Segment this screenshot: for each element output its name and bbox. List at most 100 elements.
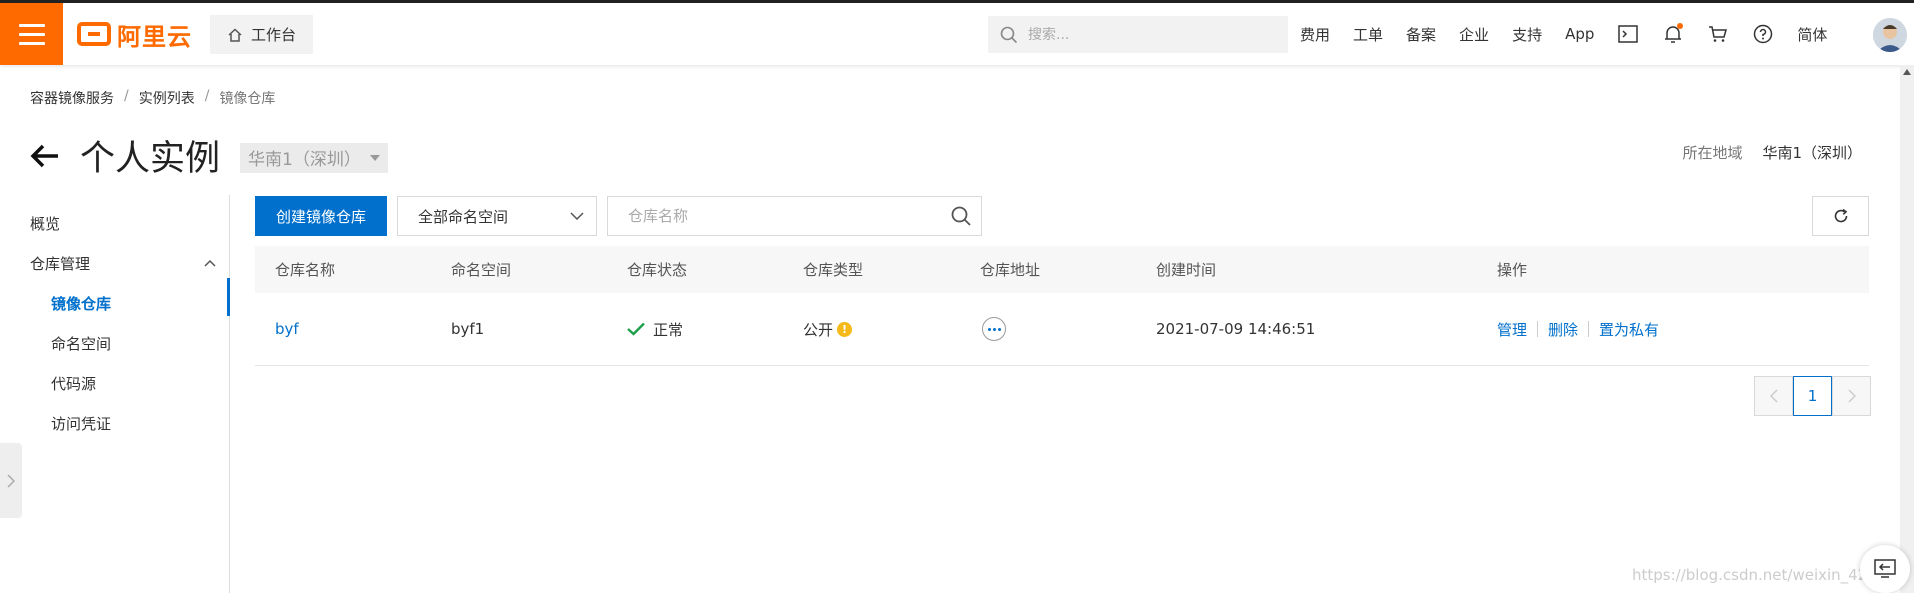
next-page-button[interactable]	[1832, 376, 1871, 416]
feedback-float-button[interactable]	[1860, 545, 1910, 593]
notification-dot	[1677, 23, 1684, 29]
col-namespace: 命名空间	[451, 261, 512, 279]
chevron-right-icon	[1847, 389, 1856, 403]
user-avatar-icon	[1873, 18, 1907, 52]
breadcrumb-item-instances[interactable]: 实例列表	[139, 88, 195, 108]
action-divider	[1588, 321, 1590, 337]
watermark: https://blog.csdn.net/weixin_428	[1632, 566, 1877, 584]
terminal-icon[interactable]	[1617, 23, 1639, 45]
aliyun-logo[interactable]: 阿里云	[77, 20, 192, 51]
workbench-button[interactable]: 工作台	[210, 15, 313, 54]
language-switch[interactable]: 简体	[1797, 24, 1827, 45]
chevron-left-icon	[1769, 389, 1778, 403]
workbench-label: 工作台	[250, 26, 296, 44]
col-repo-name: 仓库名称	[275, 261, 336, 279]
sidebar-item-namespace[interactable]: 命名空间	[51, 333, 111, 354]
page-header: 个人实例 华南1（深圳）	[28, 130, 389, 181]
sidebar-active-indicator	[227, 278, 230, 316]
action-divider	[1537, 321, 1539, 337]
breadcrumb-item-service[interactable]: 容器镜像服务	[30, 88, 114, 108]
breadcrumb: 容器镜像服务 / 实例列表 / 镜像仓库	[30, 88, 275, 108]
namespace-select[interactable]: 全部命名空间	[397, 196, 597, 236]
check-icon	[627, 322, 645, 336]
sidebar-item-credentials[interactable]: 访问凭证	[51, 413, 111, 434]
breadcrumb-separator: /	[124, 88, 129, 104]
repo-address	[982, 293, 1006, 365]
sidebar-item-code-source[interactable]: 代码源	[51, 373, 96, 394]
top-navbar: 阿里云 工作台 费用 工单 备案 企业 支持 App 简体	[0, 3, 1914, 65]
chevron-up-icon	[204, 259, 216, 267]
nav-tickets[interactable]: 工单	[1353, 24, 1383, 45]
repo-actions: 管理 删除 置为私有	[1497, 293, 1659, 365]
delete-link[interactable]: 删除	[1548, 319, 1578, 340]
chevron-down-icon	[570, 212, 584, 220]
region-value: 华南1（深圳）	[1762, 144, 1862, 162]
help-icon[interactable]	[1752, 23, 1774, 45]
region-select[interactable]: 华南1（深圳）	[240, 142, 389, 173]
repo-name-search[interactable]	[607, 196, 982, 236]
refresh-icon	[1834, 208, 1847, 223]
sidebar-group-repo-mgmt[interactable]: 仓库管理	[30, 253, 216, 274]
feedback-icon	[1874, 559, 1896, 578]
col-actions: 操作	[1497, 261, 1528, 279]
repo-namespace: byf1	[451, 320, 485, 338]
page-title: 个人实例	[80, 139, 221, 179]
region-select-value: 华南1（深圳）	[248, 150, 361, 170]
more-dots-icon[interactable]	[982, 317, 1006, 341]
region-label: 所在地域	[1682, 144, 1743, 162]
caret-down-icon	[370, 154, 381, 161]
search-icon	[1000, 26, 1018, 43]
repo-type: 公开 !	[803, 293, 853, 365]
repo-name-input[interactable]	[628, 207, 928, 225]
sidebar-item-overview[interactable]: 概览	[30, 213, 60, 234]
logo-text: 阿里云	[117, 22, 192, 51]
repo-name-link[interactable]: byf	[275, 293, 299, 365]
repo-status-text: 正常	[653, 320, 684, 339]
chevron-right-icon	[7, 473, 15, 488]
nav-fees[interactable]: 费用	[1300, 24, 1330, 45]
manage-link[interactable]: 管理	[1497, 319, 1527, 340]
sidebar-collapse-handle[interactable]	[0, 443, 22, 518]
cart-icon[interactable]	[1707, 23, 1729, 45]
create-repo-button[interactable]: 创建镜像仓库	[255, 196, 387, 236]
scroll-up-arrow-icon[interactable]	[1903, 69, 1911, 75]
col-created: 创建时间	[1156, 261, 1217, 279]
hamburger-menu-icon[interactable]	[0, 3, 63, 65]
table-header: 仓库名称 命名空间 仓库状态 仓库类型 仓库地址 创建时间 操作	[255, 246, 1869, 293]
search-icon[interactable]	[951, 206, 971, 226]
repo-status: 正常	[627, 293, 683, 365]
sidebar-item-image-repo[interactable]: 镜像仓库	[51, 293, 111, 314]
breadcrumb-item-current: 镜像仓库	[219, 91, 276, 107]
namespace-select-value: 全部命名空间	[418, 207, 509, 226]
col-type: 仓库类型	[803, 261, 864, 279]
prev-page-button[interactable]	[1754, 376, 1793, 416]
breadcrumb-separator: /	[204, 88, 210, 104]
sidebar: 概览 仓库管理 镜像仓库 命名空间 代码源 访问凭证	[0, 195, 230, 593]
sidebar-group-label: 仓库管理	[30, 255, 91, 273]
table-row: byf byf1 正常 公开 ! 2021-07-09 14:46:51 管理 …	[255, 293, 1869, 366]
nav-enterprise[interactable]: 企业	[1459, 24, 1489, 45]
user-avatar[interactable]	[1873, 18, 1907, 52]
nav-app[interactable]: App	[1565, 25, 1594, 43]
pagination: 1	[1754, 376, 1871, 416]
home-icon	[228, 27, 242, 42]
warning-icon[interactable]: !	[837, 321, 853, 337]
back-arrow-icon[interactable]	[28, 139, 62, 173]
repo-type-text: 公开	[803, 320, 834, 339]
repo-created-time: 2021-07-09 14:46:51	[1156, 320, 1316, 338]
bell-icon[interactable]	[1662, 23, 1684, 45]
col-address: 仓库地址	[980, 261, 1041, 279]
nav-icp[interactable]: 备案	[1406, 24, 1436, 45]
set-private-link[interactable]: 置为私有	[1599, 319, 1659, 340]
global-search-input[interactable]	[1028, 26, 1268, 43]
region-info: 所在地域 华南1（深圳）	[1682, 142, 1862, 163]
page-number-current[interactable]: 1	[1793, 376, 1832, 416]
toolbar: 创建镜像仓库 全部命名空间	[255, 196, 982, 236]
vertical-scrollbar[interactable]	[1900, 65, 1914, 593]
aliyun-logo-mark-icon	[77, 22, 111, 46]
col-status: 仓库状态	[627, 261, 688, 279]
refresh-button[interactable]	[1812, 196, 1869, 236]
repo-table: 仓库名称 命名空间 仓库状态 仓库类型 仓库地址 创建时间 操作 byf byf…	[255, 246, 1869, 366]
nav-support[interactable]: 支持	[1512, 24, 1542, 45]
global-search[interactable]	[988, 16, 1288, 53]
